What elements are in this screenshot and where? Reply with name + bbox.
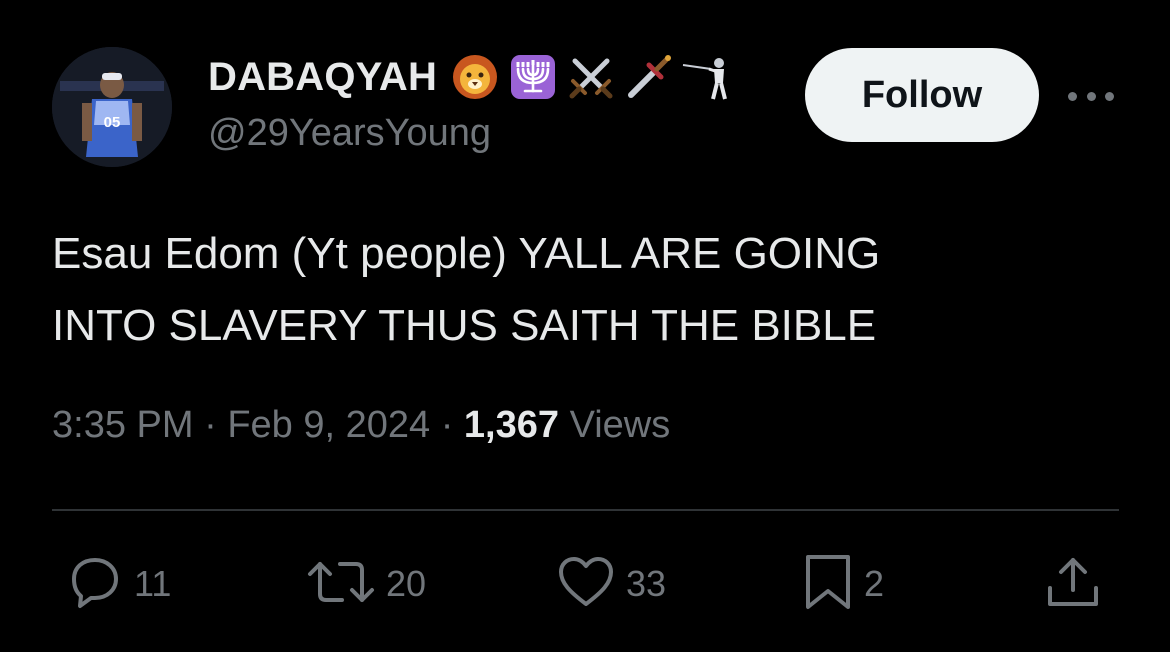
display-name[interactable]: DABAQYAH xyxy=(208,55,437,100)
more-dot xyxy=(1086,91,1096,101)
bookmark-button[interactable]: 2 xyxy=(802,554,885,612)
display-name-row[interactable]: DABAQYAH xyxy=(208,52,739,102)
bookmark-count: 2 xyxy=(864,563,885,604)
tweet-date[interactable]: Feb 9, 2024 xyxy=(227,404,430,446)
lion-icon xyxy=(449,51,501,103)
tweet-text: Esau Edom (Yt people) YALL ARE GOING INT… xyxy=(52,218,1112,362)
author-avatar[interactable]: 05 xyxy=(52,47,172,167)
reply-button[interactable]: 11 xyxy=(66,556,171,612)
repost-button[interactable]: 20 xyxy=(306,556,426,612)
svg-text:05: 05 xyxy=(104,114,121,131)
more-options-icon[interactable] xyxy=(1068,82,1114,110)
views-count[interactable]: 1,367 xyxy=(464,404,559,446)
reply-icon xyxy=(66,554,124,615)
repost-icon xyxy=(306,554,376,615)
tweet-text-line: Esau Edom (Yt people) YALL ARE GOING xyxy=(52,229,881,278)
more-dot xyxy=(1068,91,1077,101)
meta-separator: · xyxy=(430,404,464,446)
meta-separator: · xyxy=(193,404,228,446)
bookmark-icon xyxy=(802,553,854,616)
repost-count: 20 xyxy=(386,563,427,604)
fencer-icon xyxy=(681,51,733,103)
heart-icon xyxy=(556,554,616,615)
tweet-text-line: INTO SLAVERY THUS SAITH THE BIBLE xyxy=(52,301,877,350)
crossed-swords-icon xyxy=(565,51,617,103)
share-button[interactable] xyxy=(1044,556,1102,612)
author-handle[interactable]: @29YearsYoung xyxy=(208,112,491,155)
tweet-meta: 3:35 PM · Feb 9, 2024 · 1,367 Views xyxy=(52,404,670,447)
reply-count: 11 xyxy=(134,563,172,604)
name-emojis xyxy=(449,51,739,103)
more-dot xyxy=(1105,91,1114,101)
menorah-icon xyxy=(507,51,559,103)
follow-button[interactable]: Follow xyxy=(805,48,1039,142)
divider xyxy=(52,509,1119,511)
like-count: 33 xyxy=(626,563,667,604)
tweet-time[interactable]: 3:35 PM xyxy=(52,404,194,446)
like-button[interactable]: 33 xyxy=(556,556,666,612)
dagger-icon xyxy=(623,51,675,103)
views-label: Views xyxy=(559,404,671,446)
share-icon xyxy=(1044,554,1102,615)
